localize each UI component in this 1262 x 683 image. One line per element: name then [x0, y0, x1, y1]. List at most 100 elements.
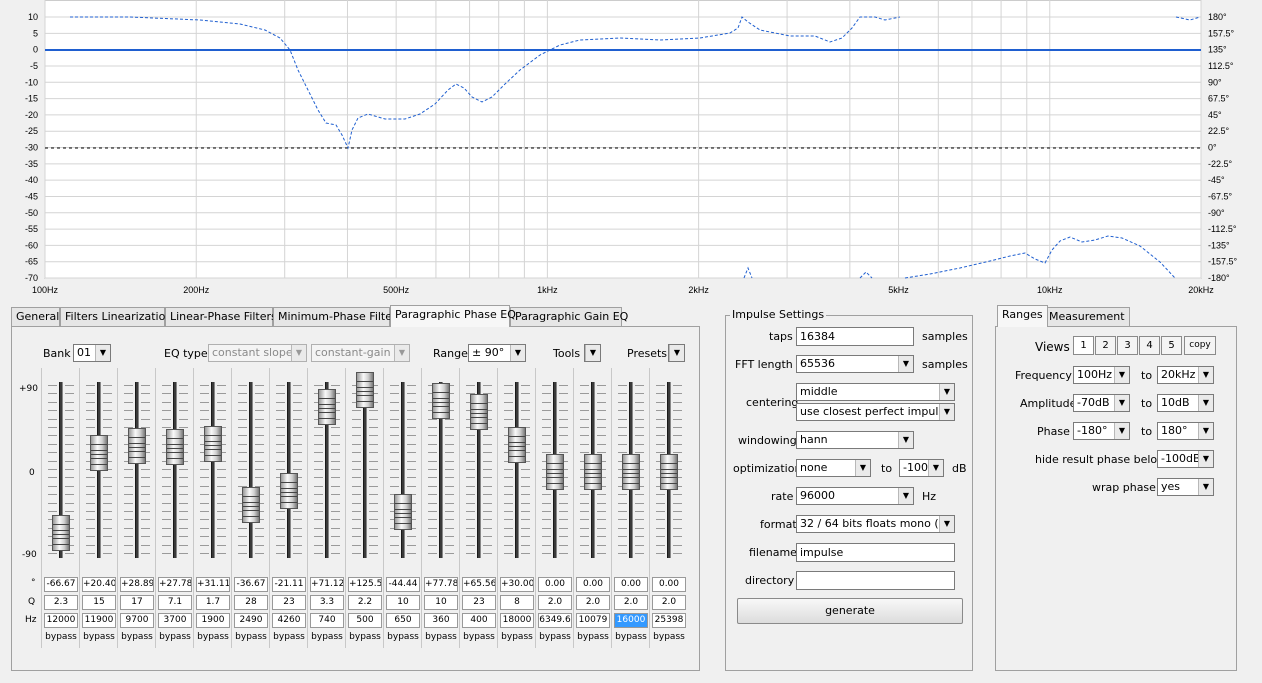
windowing-select[interactable]: hann ▼: [796, 431, 914, 449]
band-q-input[interactable]: 10: [424, 595, 458, 610]
rate-select[interactable]: 96000 ▼: [796, 487, 914, 505]
slider-track[interactable]: [363, 382, 367, 558]
hide-phase-select[interactable]: -100dB ▼: [1157, 450, 1214, 468]
range-select[interactable]: ± 90° ▼: [468, 344, 526, 362]
band-deg-input[interactable]: 0.00: [614, 577, 648, 592]
amplitude-from-select[interactable]: -70dB ▼: [1073, 394, 1130, 412]
centering-select[interactable]: middle ▼: [796, 383, 955, 401]
band-q-input[interactable]: 2.3: [44, 595, 78, 610]
slider-knob[interactable]: [394, 494, 412, 531]
directory-input[interactable]: [796, 571, 955, 590]
band-hz-input[interactable]: 11900: [82, 613, 116, 628]
eq-type-select[interactable]: constant slope ▼: [208, 344, 307, 362]
band-deg-input[interactable]: +31.11: [196, 577, 230, 592]
band-q-input[interactable]: 17: [120, 595, 154, 610]
band-deg-input[interactable]: -21.11: [272, 577, 306, 592]
slider-knob[interactable]: [280, 473, 298, 510]
slider-knob[interactable]: [318, 389, 336, 426]
bypass-toggle[interactable]: bypass: [270, 632, 308, 642]
tab-paragraphic-phase-eq[interactable]: Paragraphic Phase EQ: [390, 305, 516, 327]
band-hz-input[interactable]: 650: [386, 613, 420, 628]
band-hz-input[interactable]: 9700: [120, 613, 154, 628]
tab-general[interactable]: General: [11, 307, 60, 326]
phase-from-select[interactable]: -180° ▼: [1073, 422, 1130, 440]
bypass-toggle[interactable]: bypass: [156, 632, 194, 642]
band-deg-input[interactable]: +28.89: [120, 577, 154, 592]
band-deg-input[interactable]: +65.56: [462, 577, 496, 592]
band-deg-input[interactable]: -44.44: [386, 577, 420, 592]
bypass-toggle[interactable]: bypass: [460, 632, 498, 642]
slider-track[interactable]: [249, 382, 253, 558]
view-1-button[interactable]: 1: [1073, 336, 1094, 355]
band-deg-input[interactable]: 0.00: [652, 577, 686, 592]
band-deg-input[interactable]: 0.00: [576, 577, 610, 592]
bypass-toggle[interactable]: bypass: [194, 632, 232, 642]
slider-knob[interactable]: [166, 428, 184, 465]
bypass-toggle[interactable]: bypass: [118, 632, 156, 642]
bypass-toggle[interactable]: bypass: [536, 632, 574, 642]
band-q-input[interactable]: 23: [462, 595, 496, 610]
slider-track[interactable]: [287, 382, 291, 558]
bypass-toggle[interactable]: bypass: [612, 632, 650, 642]
tab-filters-linearization[interactable]: Filters Linearization: [60, 307, 172, 326]
slider-knob[interactable]: [660, 454, 678, 490]
band-deg-input[interactable]: +30.00: [500, 577, 534, 592]
band-deg-input[interactable]: +27.78: [158, 577, 192, 592]
band-hz-input[interactable]: 2490: [234, 613, 268, 628]
band-hz-input[interactable]: 740: [310, 613, 344, 628]
slider-knob[interactable]: [546, 454, 564, 490]
tab-minimum-phase-filters[interactable]: Minimum-Phase Filters: [273, 307, 402, 326]
slider-track[interactable]: [401, 382, 405, 558]
fft-length-select[interactable]: 65536 ▼: [796, 355, 914, 373]
view-4-button[interactable]: 4: [1139, 336, 1160, 355]
slider-knob[interactable]: [90, 435, 108, 472]
band-hz-input[interactable]: 25398: [652, 613, 686, 628]
bypass-toggle[interactable]: bypass: [232, 632, 270, 642]
slider-track[interactable]: [173, 382, 177, 558]
band-q-input[interactable]: 28: [234, 595, 268, 610]
phase-to-select[interactable]: 180° ▼: [1157, 422, 1214, 440]
slider-knob[interactable]: [52, 514, 70, 551]
taps-input[interactable]: 16384: [796, 327, 914, 346]
band-q-input[interactable]: 2.0: [538, 595, 572, 610]
band-hz-input[interactable]: 360: [424, 613, 458, 628]
amplitude-to-select[interactable]: 10dB ▼: [1157, 394, 1214, 412]
slider-knob[interactable]: [584, 454, 602, 490]
band-deg-input[interactable]: -36.67: [234, 577, 268, 592]
band-hz-input[interactable]: 12000: [44, 613, 78, 628]
tools-menu[interactable]: ▼: [584, 344, 601, 362]
band-q-input[interactable]: 3.3: [310, 595, 344, 610]
frequency-to-select[interactable]: 20kHz ▼: [1157, 366, 1214, 384]
band-hz-input[interactable]: 400: [462, 613, 496, 628]
slider-knob[interactable]: [356, 372, 374, 408]
slider-knob[interactable]: [432, 383, 450, 420]
slider-knob[interactable]: [204, 425, 222, 462]
bypass-toggle[interactable]: bypass: [80, 632, 118, 642]
band-deg-input[interactable]: 0.00: [538, 577, 572, 592]
band-hz-input[interactable]: 10079: [576, 613, 610, 628]
view-3-button[interactable]: 3: [1117, 336, 1138, 355]
slider-knob[interactable]: [622, 454, 640, 490]
band-deg-input[interactable]: +125.5(: [348, 577, 382, 592]
bypass-toggle[interactable]: bypass: [308, 632, 346, 642]
bypass-toggle[interactable]: bypass: [346, 632, 384, 642]
tab-measurement[interactable]: Measurement: [1044, 307, 1130, 326]
slider-track[interactable]: [135, 382, 139, 558]
band-hz-input[interactable]: 500: [348, 613, 382, 628]
bank-select[interactable]: 01 ▼: [73, 344, 111, 362]
band-hz-input[interactable]: 16000: [614, 613, 648, 628]
view-5-button[interactable]: 5: [1161, 336, 1182, 355]
band-q-input[interactable]: 10: [386, 595, 420, 610]
bypass-toggle[interactable]: bypass: [574, 632, 612, 642]
band-q-input[interactable]: 1.7: [196, 595, 230, 610]
slider-track[interactable]: [211, 382, 215, 558]
filename-input[interactable]: impulse: [796, 543, 955, 562]
slider-knob[interactable]: [128, 427, 146, 464]
bypass-toggle[interactable]: bypass: [650, 632, 688, 642]
eq-type-mode-select[interactable]: constant-gain ▼: [311, 344, 410, 362]
bypass-toggle[interactable]: bypass: [42, 632, 80, 642]
wrap-phase-select[interactable]: yes ▼: [1157, 478, 1214, 496]
band-hz-input[interactable]: 3700: [158, 613, 192, 628]
band-hz-input[interactable]: 4260: [272, 613, 306, 628]
band-q-input[interactable]: 15: [82, 595, 116, 610]
